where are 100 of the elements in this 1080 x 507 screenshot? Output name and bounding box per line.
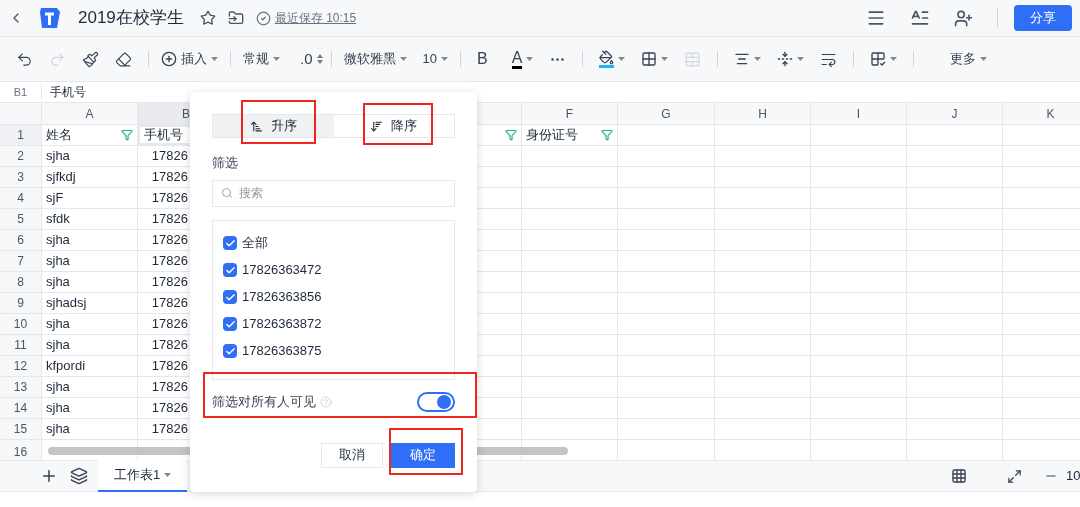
caret-icon [164,473,172,477]
column-header[interactable]: J [951,104,958,123]
table-cell-text: sjF [46,189,64,208]
column-header[interactable]: H [758,104,767,123]
table-cell-text: sjfkdj [46,168,76,187]
number-format-dropdown[interactable]: 常规 [239,49,284,69]
caret-icon [754,57,762,61]
filter-icon[interactable] [505,129,517,141]
add-sheet-icon[interactable] [40,467,58,485]
search-icon [221,186,233,199]
column-header[interactable]: I [856,104,861,123]
table-cell-text: sjha [46,147,70,166]
add-user-icon[interactable] [954,8,973,28]
table-cell-text: sjha [46,399,70,418]
font-size-dropdown[interactable]: 10 [418,49,452,69]
table-cell-text: 17826 [151,315,188,334]
insert-button[interactable]: 插入 [157,49,222,69]
table-cell-text: sjha [46,273,70,292]
filter-label: 筛选 [212,154,239,172]
decimal-button[interactable]: .0 [296,47,317,71]
row-number: 7 [17,253,24,270]
borders-icon [641,51,658,67]
sheet-tab[interactable]: 工作表1 [98,460,188,492]
row-number: 13 [13,379,28,396]
table-cell-text: sjha [46,252,70,271]
table-cell-text: sjhadsj [46,294,87,313]
plus-circle-icon [161,51,177,67]
table-cell-text: 身份证号 [526,126,578,145]
table-cell-text: 17826 [151,168,188,187]
fullscreen-icon[interactable] [1007,468,1022,484]
row-number: 15 [13,421,28,438]
checkbox[interactable] [223,317,237,331]
column-header[interactable]: G [661,104,671,123]
caret-icon [618,57,626,61]
table-cell-text: 17826 [151,336,188,355]
freeze-icon [870,51,887,67]
stepper-icon[interactable] [316,54,323,64]
caret-icon [273,57,280,61]
check-circle-icon [255,10,271,26]
table-cell-text: 17826 [151,273,188,292]
value-option[interactable]: 17826363872 [223,310,454,338]
row-number: 4 [17,190,24,207]
table-cell-text: 17826 [151,147,188,166]
menu-icon[interactable] [866,8,886,28]
caret-icon [399,57,407,61]
row-number: 8 [17,274,24,291]
folder-icon[interactable] [227,10,244,26]
table-cell-text: kfpordi [46,357,86,376]
table-cell-text: 17826 [151,378,188,397]
star-icon[interactable] [199,10,216,26]
cancel-button[interactable]: 取消 [321,442,383,468]
paint-bucket-icon [599,50,615,68]
search-field[interactable]: 搜索 [212,179,455,207]
table-cell-text: 17826 [151,231,188,250]
value-option[interactable]: 17826363875 [223,337,454,365]
row-number: 16 [13,444,28,460]
font-color-button[interactable]: A [503,49,542,69]
caret-icon [980,57,988,61]
checkbox[interactable] [223,290,237,304]
bold-button[interactable]: B [469,47,496,71]
sort-option[interactable]: 升序 [213,115,334,137]
column-header[interactable]: F [565,104,574,123]
layers-icon[interactable] [70,467,88,485]
caret-icon [797,57,805,61]
visibility-toggle[interactable] [417,391,455,412]
caret-icon [526,57,534,61]
row-number: 10 [13,316,28,333]
share-button[interactable]: 分享 [1014,5,1072,31]
text-format-icon[interactable] [910,8,930,28]
row-number: 12 [13,358,28,375]
cell-reference: B1 [0,83,42,101]
filter-icon[interactable] [121,129,133,141]
value-option[interactable]: 17826363472 [223,256,454,284]
document-title: 2019在校学生 [78,7,184,30]
column-header[interactable]: K [1046,104,1055,123]
confirm-button[interactable]: 确定 [391,442,455,468]
row-number: 3 [17,169,24,186]
row-number: 2 [17,148,24,165]
checkbox[interactable] [223,263,237,277]
checkbox[interactable] [223,236,237,250]
column-header[interactable]: A [85,104,94,123]
table-cell-text: sjha [46,420,70,439]
highlight-frame [363,103,433,145]
font-dropdown[interactable]: 微软雅黑 [339,49,411,69]
row-number: 11 [14,337,27,354]
visibility-label: 筛选对所有人可见 [212,392,316,411]
row-number: 14 [13,400,28,417]
filter-icon[interactable] [601,129,613,141]
value-option[interactable]: 全部 [223,229,454,257]
table-cell-text: sfdk [46,210,70,229]
table-cell-text: 17826 [151,357,188,376]
sort-ascending-icon [249,119,263,133]
value-option[interactable]: 17826363856 [223,283,454,311]
formula-value: 手机号 [49,84,86,101]
row-number: 1 [17,127,24,144]
save-status: 最近保存 10:15 [274,10,357,27]
checkbox[interactable] [223,344,237,358]
grid-icon[interactable] [951,468,967,484]
column-header[interactable]: B [182,104,190,123]
more-button[interactable]: 更多 [946,49,992,69]
